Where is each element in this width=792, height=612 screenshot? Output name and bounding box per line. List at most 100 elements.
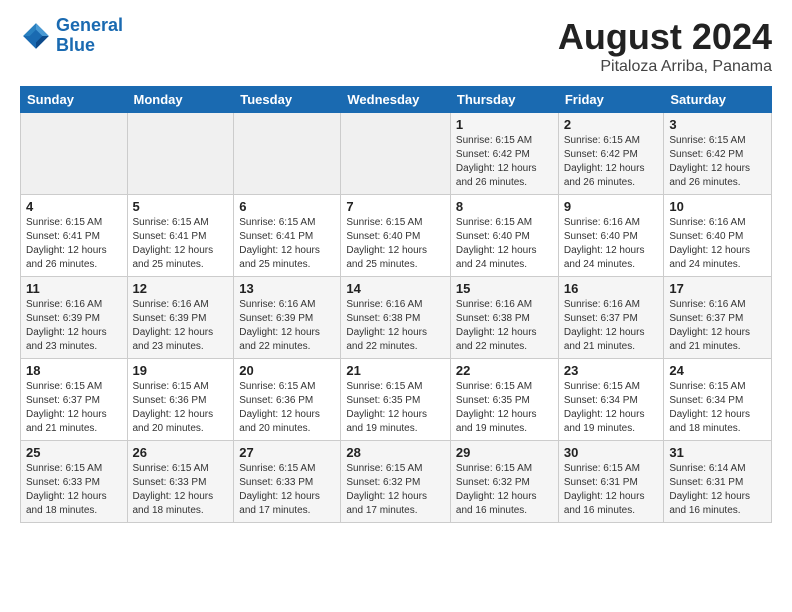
day-info: Sunrise: 6:16 AM Sunset: 6:37 PM Dayligh… [669, 298, 766, 354]
col-tuesday: Tuesday [234, 87, 341, 113]
calendar-row: 1 Sunrise: 6:15 AM Sunset: 6:42 PM Daylig… [21, 113, 772, 195]
day-number: 3 [669, 117, 766, 132]
calendar-cell: 9 Sunrise: 6:16 AM Sunset: 6:40 PM Daylig… [558, 195, 664, 277]
day-info: Sunrise: 6:16 AM Sunset: 6:38 PM Dayligh… [456, 298, 553, 354]
day-number: 16 [564, 281, 659, 296]
day-number: 14 [346, 281, 445, 296]
day-info: Sunrise: 6:16 AM Sunset: 6:39 PM Dayligh… [133, 298, 229, 354]
calendar-cell: 30 Sunrise: 6:15 AM Sunset: 6:31 PM Dayli… [558, 441, 664, 523]
day-number: 15 [456, 281, 553, 296]
day-number: 20 [239, 363, 335, 378]
day-number: 30 [564, 445, 659, 460]
header: GeneralBlue August 2024 Pitaloza Arriba,… [20, 16, 772, 76]
col-friday: Friday [558, 87, 664, 113]
calendar-cell [21, 113, 128, 195]
day-number: 28 [346, 445, 445, 460]
calendar-cell: 24 Sunrise: 6:15 AM Sunset: 6:34 PM Dayli… [664, 359, 772, 441]
day-info: Sunrise: 6:15 AM Sunset: 6:41 PM Dayligh… [133, 216, 229, 272]
calendar-subtitle: Pitaloza Arriba, Panama [558, 58, 772, 76]
calendar-row: 4 Sunrise: 6:15 AM Sunset: 6:41 PM Daylig… [21, 195, 772, 277]
day-number: 2 [564, 117, 659, 132]
day-number: 22 [456, 363, 553, 378]
day-number: 12 [133, 281, 229, 296]
day-info: Sunrise: 6:15 AM Sunset: 6:41 PM Dayligh… [26, 216, 122, 272]
calendar-cell [234, 113, 341, 195]
day-info: Sunrise: 6:15 AM Sunset: 6:34 PM Dayligh… [564, 380, 659, 436]
calendar-cell: 31Sunrise: 6:14 AM Sunset: 6:31 PM Dayli… [664, 441, 772, 523]
title-block: August 2024 Pitaloza Arriba, Panama [558, 16, 772, 76]
day-number: 1 [456, 117, 553, 132]
day-number: 26 [133, 445, 229, 460]
calendar-row: 11Sunrise: 6:16 AM Sunset: 6:39 PM Dayli… [21, 277, 772, 359]
calendar-cell: 2Sunrise: 6:15 AM Sunset: 6:42 PM Daylig… [558, 113, 664, 195]
day-number: 6 [239, 199, 335, 214]
day-number: 4 [26, 199, 122, 214]
day-number: 9 [564, 199, 659, 214]
calendar-row: 18Sunrise: 6:15 AM Sunset: 6:37 PM Dayli… [21, 359, 772, 441]
day-info: Sunrise: 6:15 AM Sunset: 6:33 PM Dayligh… [133, 462, 229, 518]
day-number: 13 [239, 281, 335, 296]
header-row: Sunday Monday Tuesday Wednesday Thursday… [21, 87, 772, 113]
day-info: Sunrise: 6:15 AM Sunset: 6:41 PM Dayligh… [239, 216, 335, 272]
day-info: Sunrise: 6:16 AM Sunset: 6:39 PM Dayligh… [26, 298, 122, 354]
calendar-cell: 26 Sunrise: 6:15 AM Sunset: 6:33 PM Dayli… [127, 441, 234, 523]
col-monday: Monday [127, 87, 234, 113]
logo-text: GeneralBlue [56, 16, 123, 56]
calendar-cell: 16 Sunrise: 6:16 AM Sunset: 6:37 PM Dayli… [558, 277, 664, 359]
calendar-cell: 1 Sunrise: 6:15 AM Sunset: 6:42 PM Daylig… [450, 113, 558, 195]
col-saturday: Saturday [664, 87, 772, 113]
day-number: 10 [669, 199, 766, 214]
day-info: Sunrise: 6:15 AM Sunset: 6:32 PM Dayligh… [456, 462, 553, 518]
calendar-cell: 4 Sunrise: 6:15 AM Sunset: 6:41 PM Daylig… [21, 195, 128, 277]
day-info: Sunrise: 6:15 AM Sunset: 6:37 PM Dayligh… [26, 380, 122, 436]
day-info: Sunrise: 6:15 AM Sunset: 6:34 PM Dayligh… [669, 380, 766, 436]
calendar-cell: 8Sunrise: 6:15 AM Sunset: 6:40 PM Daylig… [450, 195, 558, 277]
calendar-title: August 2024 [558, 16, 772, 58]
calendar-cell: 5Sunrise: 6:15 AM Sunset: 6:41 PM Daylig… [127, 195, 234, 277]
day-info: Sunrise: 6:16 AM Sunset: 6:39 PM Dayligh… [239, 298, 335, 354]
day-info: Sunrise: 6:15 AM Sunset: 6:31 PM Dayligh… [564, 462, 659, 518]
day-info: Sunrise: 6:14 AM Sunset: 6:31 PM Dayligh… [669, 462, 766, 518]
day-info: Sunrise: 6:15 AM Sunset: 6:32 PM Dayligh… [346, 462, 445, 518]
day-info: Sunrise: 6:16 AM Sunset: 6:38 PM Dayligh… [346, 298, 445, 354]
calendar-cell: 23 Sunrise: 6:15 AM Sunset: 6:34 PM Dayli… [558, 359, 664, 441]
day-info: Sunrise: 6:15 AM Sunset: 6:36 PM Dayligh… [239, 380, 335, 436]
calendar-cell: 20 Sunrise: 6:15 AM Sunset: 6:36 PM Dayli… [234, 359, 341, 441]
day-number: 8 [456, 199, 553, 214]
calendar-cell: 25Sunrise: 6:15 AM Sunset: 6:33 PM Dayli… [21, 441, 128, 523]
calendar-cell: 18Sunrise: 6:15 AM Sunset: 6:37 PM Dayli… [21, 359, 128, 441]
calendar-cell: 27Sunrise: 6:15 AM Sunset: 6:33 PM Dayli… [234, 441, 341, 523]
day-info: Sunrise: 6:16 AM Sunset: 6:37 PM Dayligh… [564, 298, 659, 354]
logo-icon [20, 20, 52, 52]
page: GeneralBlue August 2024 Pitaloza Arriba,… [0, 0, 792, 533]
calendar-cell: 17Sunrise: 6:16 AM Sunset: 6:37 PM Dayli… [664, 277, 772, 359]
calendar-cell: 28 Sunrise: 6:15 AM Sunset: 6:32 PM Dayli… [341, 441, 451, 523]
day-number: 29 [456, 445, 553, 460]
day-info: Sunrise: 6:15 AM Sunset: 6:40 PM Dayligh… [346, 216, 445, 272]
col-thursday: Thursday [450, 87, 558, 113]
day-info: Sunrise: 6:15 AM Sunset: 6:42 PM Dayligh… [669, 134, 766, 190]
col-wednesday: Wednesday [341, 87, 451, 113]
day-info: Sunrise: 6:15 AM Sunset: 6:42 PM Dayligh… [456, 134, 553, 190]
calendar-cell: 6 Sunrise: 6:15 AM Sunset: 6:41 PM Daylig… [234, 195, 341, 277]
day-number: 27 [239, 445, 335, 460]
day-info: Sunrise: 6:16 AM Sunset: 6:40 PM Dayligh… [564, 216, 659, 272]
day-number: 25 [26, 445, 122, 460]
day-info: Sunrise: 6:15 AM Sunset: 6:36 PM Dayligh… [133, 380, 229, 436]
calendar-cell: 22Sunrise: 6:15 AM Sunset: 6:35 PM Dayli… [450, 359, 558, 441]
col-sunday: Sunday [21, 87, 128, 113]
day-number: 23 [564, 363, 659, 378]
calendar-cell: 13 Sunrise: 6:16 AM Sunset: 6:39 PM Dayli… [234, 277, 341, 359]
calendar-cell: 15 Sunrise: 6:16 AM Sunset: 6:38 PM Dayli… [450, 277, 558, 359]
calendar-cell [127, 113, 234, 195]
calendar-cell: 21Sunrise: 6:15 AM Sunset: 6:35 PM Dayli… [341, 359, 451, 441]
calendar-cell: 14 Sunrise: 6:16 AM Sunset: 6:38 PM Dayli… [341, 277, 451, 359]
calendar-cell: 19Sunrise: 6:15 AM Sunset: 6:36 PM Dayli… [127, 359, 234, 441]
day-info: Sunrise: 6:16 AM Sunset: 6:40 PM Dayligh… [669, 216, 766, 272]
day-info: Sunrise: 6:15 AM Sunset: 6:35 PM Dayligh… [346, 380, 445, 436]
calendar-body: 1 Sunrise: 6:15 AM Sunset: 6:42 PM Daylig… [21, 113, 772, 523]
day-number: 24 [669, 363, 766, 378]
calendar-cell: 7Sunrise: 6:15 AM Sunset: 6:40 PM Daylig… [341, 195, 451, 277]
calendar-cell: 10 Sunrise: 6:16 AM Sunset: 6:40 PM Dayli… [664, 195, 772, 277]
calendar-row: 25 Sunrise: 6:15 AM Sunset: 6:33 PM Dayli… [21, 441, 772, 523]
